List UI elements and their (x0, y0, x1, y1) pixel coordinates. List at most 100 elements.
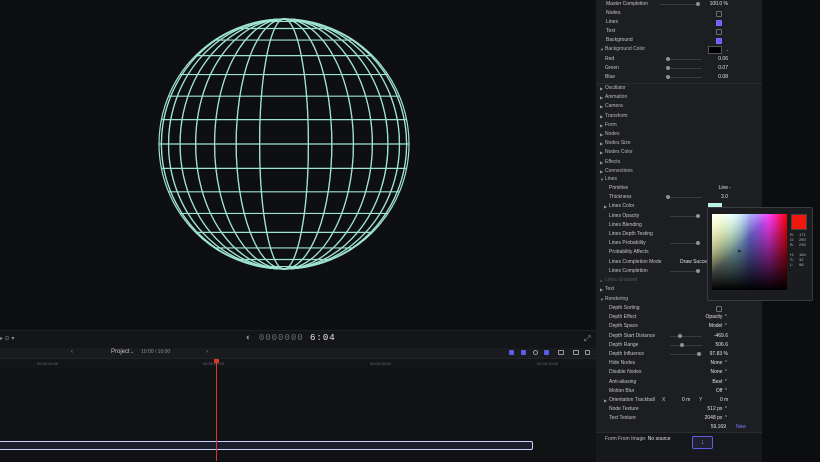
rendering-row[interactable]: Hide Nodes None ⌃ (596, 359, 762, 368)
section-header[interactable]: ▶ Form (596, 121, 762, 130)
rendering-row[interactable]: Depth Sorting (596, 304, 762, 313)
slider[interactable] (670, 344, 702, 346)
disclosure-closed-icon[interactable]: ▶ (600, 158, 603, 167)
green-slider[interactable] (670, 68, 702, 69)
timeline-clip[interactable] (0, 441, 533, 450)
disclosure-closed-icon[interactable]: ▶ (600, 276, 603, 285)
primitive-popup[interactable]: Line (719, 184, 728, 193)
slider[interactable] (670, 335, 702, 337)
completion-mode-popup[interactable]: Draw Succe (680, 258, 707, 267)
lines-section-header[interactable]: ▼ Lines (596, 175, 762, 184)
disclosure-open-icon[interactable]: ▼ (600, 45, 604, 54)
disclosure-open-icon[interactable]: ▼ (600, 175, 604, 184)
nodes-checkbox[interactable] (716, 11, 722, 17)
text-checkbox[interactable] (716, 29, 722, 35)
timecode-display[interactable]: ◐ 0000000 6:04 (246, 333, 336, 343)
slider-knob[interactable] (678, 333, 683, 338)
disclosure-closed-icon[interactable]: ▶ (600, 130, 603, 139)
project-dropdown[interactable]: Project (111, 349, 130, 355)
disclosure-open-icon[interactable]: ▼ (600, 295, 604, 304)
row-value[interactable]: Model ⌃ (709, 322, 728, 331)
master-completion-row[interactable]: Master Completion 100.0 % (596, 0, 762, 9)
row-value[interactable]: None ⌃ (710, 359, 728, 368)
view-options-icon[interactable]: ▸ ⊙ ▾ (0, 335, 14, 342)
section-header[interactable]: ▶ Nodes Color (596, 148, 762, 157)
section-header[interactable]: ▶ Oscillator (596, 84, 762, 93)
fullscreen-toggle-icon[interactable]: ⤢ (584, 334, 590, 344)
audio-skimming-icon[interactable] (509, 350, 514, 355)
section-header[interactable]: ▶ Transform (596, 112, 762, 121)
disclosure-closed-icon[interactable]: ▶ (600, 102, 603, 111)
viewer-canvas[interactable]: ⤢ (0, 0, 596, 345)
section-header[interactable]: ▶ Camera (596, 102, 762, 111)
slider-knob[interactable] (666, 75, 670, 79)
disclosure-closed-icon[interactable]: ▶ (600, 93, 603, 102)
disclosure-closed-icon[interactable]: ▶ (600, 285, 603, 294)
color-spectrum[interactable] (712, 214, 787, 290)
row-value[interactable]: 0.07 (718, 64, 728, 73)
text-texture-row[interactable]: Text Texture 2048 px ⌃ (596, 414, 762, 423)
checkbox[interactable] (716, 306, 722, 312)
solo-icon[interactable] (544, 350, 549, 355)
lines-probability-slider[interactable] (670, 243, 698, 244)
timeline-index-icon[interactable] (573, 350, 579, 355)
disclosure-closed-icon[interactable]: ▶ (604, 396, 607, 405)
slider-knob[interactable] (666, 66, 670, 70)
slider-knob[interactable] (679, 342, 684, 347)
row-value[interactable]: Opacity ⌃ (705, 313, 728, 322)
lines-completion-slider[interactable] (670, 271, 698, 272)
row-value[interactable]: 0.06 (718, 55, 728, 64)
trackball-x-value[interactable]: 0 m (682, 396, 690, 405)
disclosure-closed-icon[interactable]: ▶ (600, 84, 603, 93)
section-header[interactable]: ▶ Nodes (596, 130, 762, 139)
color-picker-popover[interactable]: ➤ R: 171 G: 250 B: 230 H: 164 S: 32 L: 98 (707, 207, 813, 301)
row-value[interactable]: 0.08 (718, 73, 728, 82)
blue-channel-row[interactable]: Blue 0.08 (596, 73, 762, 82)
disclosure-closed-icon[interactable]: ▶ (600, 148, 603, 157)
snapping-icon[interactable] (521, 350, 526, 355)
rendering-row[interactable]: Motion Blur Off ⌃ (596, 387, 762, 396)
lines-opacity-slider[interactable] (670, 216, 698, 217)
node-texture-popup[interactable]: 512 px ⌃ (707, 405, 728, 414)
clip-appearance-icon[interactable] (558, 350, 564, 355)
section-header[interactable]: ▶ Nodes Size (596, 139, 762, 148)
slider-knob[interactable] (666, 57, 670, 61)
background-checkbox[interactable] (716, 38, 722, 44)
disclosure-closed-icon[interactable]: ▶ (600, 121, 603, 130)
new-button[interactable]: New (736, 423, 746, 432)
rendering-row[interactable]: Depth Effect Opacity ⌃ (596, 313, 762, 322)
background-color-row[interactable]: ▼ Background Color ⌄ (596, 45, 762, 54)
row-value[interactable]: 97.83 % (710, 350, 728, 359)
thickness-slider[interactable] (670, 197, 702, 198)
slider-knob[interactable] (696, 352, 701, 356)
slider-knob[interactable] (696, 214, 700, 218)
rendering-row[interactable]: Depth Range 506.6 (596, 341, 762, 350)
slider-knob[interactable] (696, 269, 700, 273)
row-value[interactable]: Off ⌃ (716, 387, 728, 396)
zoom-fit-icon[interactable] (585, 350, 590, 355)
green-channel-row[interactable]: Green 0.07 (596, 64, 762, 73)
section-header[interactable]: ▶ Effects (596, 158, 762, 167)
text-texture-popup[interactable]: 2048 px ⌃ (705, 414, 728, 423)
row-value[interactable]: 3.0 (721, 193, 728, 202)
slider-knob[interactable] (696, 2, 700, 6)
rendering-row[interactable]: Depth Start Distance -469.6 (596, 332, 762, 341)
disclosure-closed-icon[interactable]: ▶ (600, 139, 603, 148)
row-value[interactable]: Best ⌃ (712, 378, 728, 387)
red-slider[interactable] (670, 59, 702, 60)
slider-knob[interactable] (696, 241, 700, 245)
trackball-y-value[interactable]: 0 m (720, 396, 728, 405)
slider-knob[interactable] (666, 195, 670, 199)
disclosure-closed-icon[interactable]: ▶ (604, 202, 607, 211)
row-value[interactable]: 100.0 % (710, 0, 728, 9)
red-channel-row[interactable]: Red 0.06 (596, 55, 762, 64)
headphones-icon[interactable] (533, 350, 538, 355)
node-texture-row[interactable]: Node Texture 512 px ⌃ (596, 405, 762, 414)
background-toggle-row[interactable]: Background (596, 36, 762, 45)
thickness-row[interactable]: Thickness 3.0 (596, 193, 762, 202)
background-color-swatch[interactable] (708, 46, 722, 54)
rendering-row[interactable]: Disable Nodes None ⌃ (596, 368, 762, 377)
play-icon[interactable]: ◐ (246, 333, 252, 343)
timeline-forward-icon[interactable]: › (206, 349, 208, 355)
primitive-row[interactable]: Primitive Line ⌃ (596, 184, 762, 193)
